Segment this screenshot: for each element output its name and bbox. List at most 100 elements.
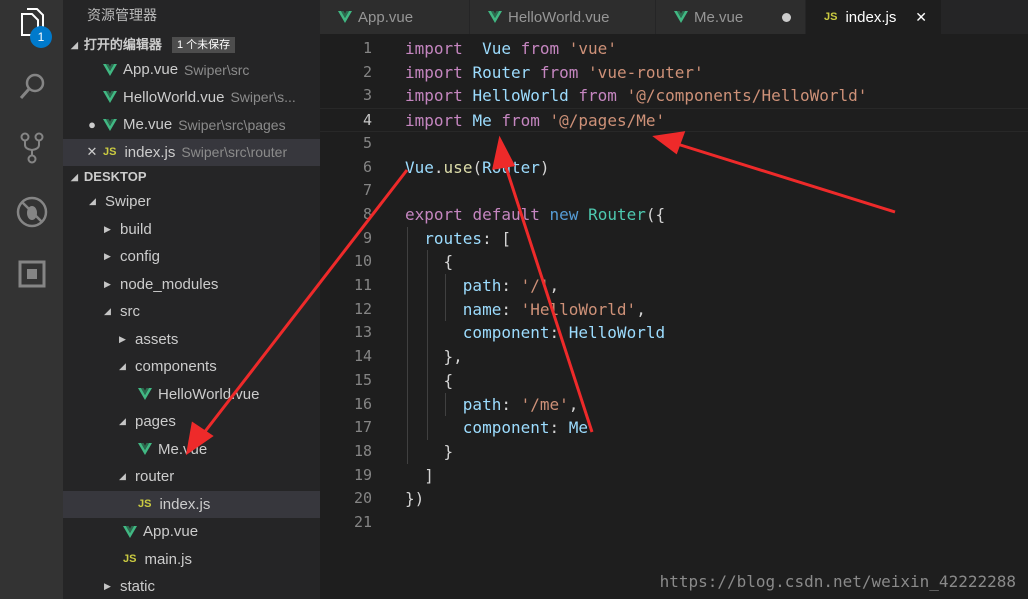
tree-folder[interactable]: ▶ build <box>63 216 320 244</box>
sidebar-title: 资源管理器 <box>87 7 157 23</box>
code-editor[interactable]: 1 import Vue from 'vue' 2 import Router fro… <box>320 34 1028 599</box>
tree-file[interactable]: Me.vue <box>63 436 320 464</box>
js-file-icon: JS <box>123 553 137 566</box>
open-editor-path: Swiper\src <box>184 61 250 78</box>
open-editor-path: Swiper\src\pages <box>178 116 286 133</box>
source-control-icon[interactable] <box>14 130 50 166</box>
code-line[interactable]: 9 routes: [ <box>320 227 1028 251</box>
tree-label: Swiper <box>105 193 151 211</box>
unsaved-dot-icon[interactable] <box>782 12 791 22</box>
tree-file[interactable]: JS index.js <box>63 490 320 518</box>
tree-label: build <box>120 220 152 238</box>
activity-bar: 1 <box>0 0 63 599</box>
tree-folder[interactable]: ▶ config <box>63 243 320 271</box>
tree-folder[interactable]: ▶ static <box>63 573 320 599</box>
js-file-icon: JS <box>138 498 152 511</box>
tree-label: pages <box>135 413 176 431</box>
close-icon[interactable]: ✕ <box>85 144 99 160</box>
vue-file-icon <box>103 118 117 131</box>
line-number: 16 <box>353 394 372 413</box>
tree-label: index.js <box>159 495 211 513</box>
tree-file[interactable]: JS main.js <box>63 546 320 574</box>
search-icon[interactable] <box>14 68 50 104</box>
code-line[interactable]: 8 export default new Router({ <box>320 203 1028 227</box>
tree-label: HelloWorld.vue <box>158 385 260 403</box>
tree-label: Me.vue <box>158 440 208 458</box>
open-editor-item[interactable]: HelloWorld.vue Swiper\s... <box>63 84 320 112</box>
tree-folder[interactable]: ◢ Swiper <box>63 188 320 216</box>
code-text: path: '/me', <box>462 394 579 414</box>
line-number: 4 <box>362 111 372 130</box>
tree-folder[interactable]: ◢ router <box>63 463 320 491</box>
open-editor-item[interactable]: App.vue Swiper\src <box>63 56 320 84</box>
vue-file-icon <box>138 443 152 456</box>
line-number: 20 <box>353 489 372 508</box>
vue-file-icon <box>103 91 117 104</box>
vue-file-icon <box>103 63 117 76</box>
open-editor-item[interactable]: ✕ JS index.js Swiper\src\router <box>63 138 320 166</box>
line-number: 19 <box>353 465 372 484</box>
code-text: { <box>405 370 454 390</box>
open-editor-name: Me.vue <box>123 116 173 134</box>
vue-file-icon <box>138 388 152 401</box>
tab-index-js[interactable]: JS index.js ✕ <box>806 0 942 34</box>
desktop-header[interactable]: ◢ DESKTOP <box>63 166 320 188</box>
code-line[interactable]: 20}) <box>320 487 1028 511</box>
indent-guide <box>445 392 446 417</box>
code-text: component: HelloWorld <box>462 323 666 343</box>
tab-label: Me.vue <box>694 8 744 26</box>
tab-app-vue[interactable]: App.vue <box>320 0 470 34</box>
tree-folder[interactable]: ▶ assets <box>63 326 320 354</box>
code-text: } <box>405 441 454 461</box>
code-line[interactable]: 21 <box>320 511 1028 535</box>
code-line[interactable]: 18 } <box>320 440 1028 464</box>
tab-me-vue[interactable]: Me.vue <box>656 0 806 34</box>
chevron-right-icon: ▶ <box>104 581 111 592</box>
tree-file[interactable]: HelloWorld.vue <box>63 381 320 409</box>
code-line[interactable]: 7 <box>320 179 1028 203</box>
unsaved-badge: 1 个未保存 <box>171 37 236 53</box>
code-text: import HelloWorld from '@/components/Hel… <box>405 86 868 106</box>
line-number: 9 <box>362 228 372 247</box>
line-number: 13 <box>353 323 372 342</box>
code-line[interactable]: 1 import Vue from 'vue' <box>320 37 1028 61</box>
code-line[interactable]: 19 ] <box>320 464 1028 488</box>
explorer-sidebar: 资源管理器 ◢ 打开的编辑器 1 个未保存 App.vue Swiper\src H… <box>63 0 320 599</box>
code-text: }, <box>405 347 463 367</box>
extensions-icon[interactable] <box>14 256 50 292</box>
code-text: }) <box>405 489 425 509</box>
tree-folder[interactable]: ◢ components <box>63 353 320 381</box>
tab-label: index.js <box>845 8 897 26</box>
code-line[interactable]: 6 Vue.use(Router) <box>320 156 1028 180</box>
watermark: https://blog.csdn.net/weixin_42222288 <box>659 572 1016 591</box>
open-editor-item[interactable]: ● Me.vue Swiper\src\pages <box>63 111 320 139</box>
tree-folder[interactable]: ◢ src <box>63 298 320 326</box>
open-editors-header[interactable]: ◢ 打开的编辑器 1 个未保存 <box>63 34 320 56</box>
line-number: 6 <box>362 157 372 176</box>
explorer-badge: 1 <box>30 26 52 48</box>
tab-helloworld-vue[interactable]: HelloWorld.vue <box>470 0 656 34</box>
close-icon[interactable]: ✕ <box>915 9 927 26</box>
tree-label: assets <box>135 330 179 348</box>
code-text: Vue.use(Router) <box>405 157 550 177</box>
tree-folder[interactable]: ▶ node_modules <box>63 271 320 299</box>
unsaved-dot-icon[interactable]: ● <box>85 117 99 132</box>
code-line[interactable]: 2 import Router from 'vue-router' <box>320 61 1028 85</box>
code-line[interactable]: 3 import HelloWorld from '@/components/He… <box>320 84 1028 108</box>
tab-label: HelloWorld.vue <box>508 8 610 26</box>
code-text: component: Me <box>462 418 589 438</box>
tree-file[interactable]: App.vue <box>63 518 320 546</box>
debug-icon[interactable] <box>14 194 50 230</box>
vue-file-icon <box>338 11 352 23</box>
code-line[interactable]: 4 import Me from '@/pages/Me' <box>320 108 1028 132</box>
code-text: routes: [ <box>424 228 511 248</box>
code-text: export default new Router({ <box>405 204 666 224</box>
line-number: 12 <box>353 299 372 318</box>
code-text: import Router from 'vue-router' <box>405 62 704 82</box>
tree-folder[interactable]: ◢ pages <box>63 408 320 436</box>
vue-file-icon <box>488 11 502 23</box>
editor-tabs: App.vue HelloWorld.vue Me.vue JS index.js ✕ <box>320 0 1028 34</box>
tree-label: src <box>120 303 140 321</box>
code-text: ] <box>405 465 434 485</box>
code-line[interactable]: 5 <box>320 132 1028 156</box>
